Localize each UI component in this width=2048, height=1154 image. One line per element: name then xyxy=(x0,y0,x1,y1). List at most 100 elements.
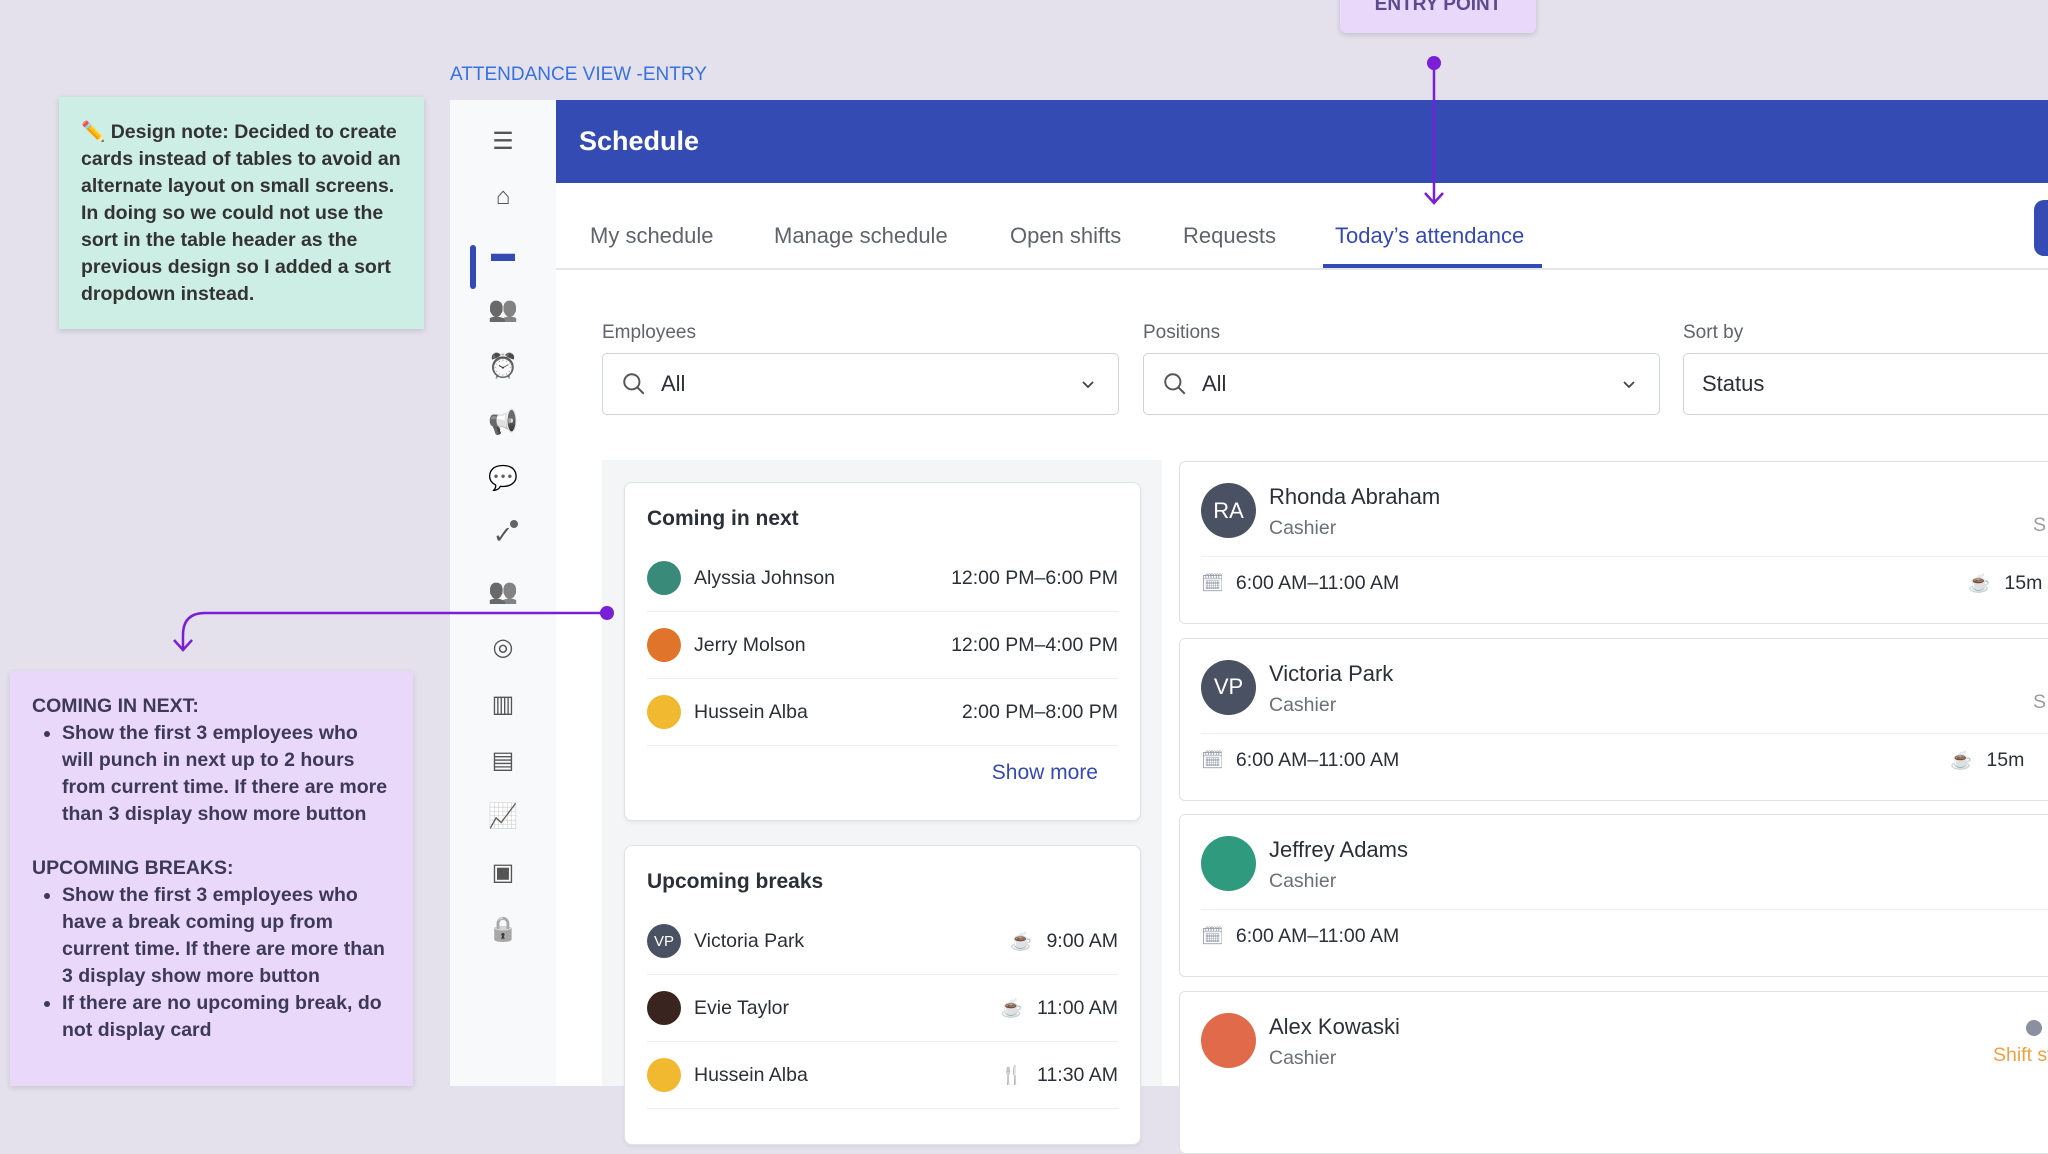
time: 12:00 PM–4:00 PM xyxy=(951,633,1118,656)
show-more-button[interactable]: Show more xyxy=(992,761,1098,785)
employee-name: Evie Taylor xyxy=(694,996,790,1019)
alarm-clock-icon[interactable]: ⏰ xyxy=(488,351,518,381)
avatar: VP xyxy=(647,924,681,958)
people-icon[interactable]: 👥 xyxy=(488,576,518,606)
sort-label: Sort by xyxy=(1683,322,1744,343)
menu-icon[interactable]: ☰ xyxy=(488,126,518,156)
employee-name: Alex Kowaski xyxy=(1269,1013,1400,1039)
shift-time: 6:00 AM–11:00 AM xyxy=(1235,925,1400,947)
library-icon[interactable]: ▥ xyxy=(488,689,518,719)
positions-filter-label: Positions xyxy=(1143,322,1221,343)
employee-role: Cashier xyxy=(1269,693,1337,716)
chat-icon[interactable]: 💬 xyxy=(488,464,518,494)
employee-role: Cashier xyxy=(1269,870,1337,892)
active-indicator xyxy=(470,245,476,289)
employee-name: Victoria Park xyxy=(1269,660,1394,686)
lock-icon[interactable]: 🔒 xyxy=(488,914,518,944)
sidebar: ☰ ⌂ ▬ 👥 ⏰ 📢 💬 ✓ 👥 ◎ ▥ ▤ 📈 ▣ 🔒 xyxy=(450,100,556,1086)
notification-dot xyxy=(510,520,518,529)
calendar-icon[interactable]: ▬ xyxy=(488,239,518,269)
avatar: RA xyxy=(1201,483,1256,538)
employees-filter-label: Employees xyxy=(602,322,696,343)
break-duration: 15m xyxy=(2004,572,2043,594)
coffee-icon: ☕ xyxy=(1010,930,1033,951)
breaks-note-bullet: If there are no upcoming break, do not d… xyxy=(62,990,391,1044)
home-icon[interactable]: ⌂ xyxy=(488,182,518,212)
calendar-clock-icon: 🗓 xyxy=(1201,573,1224,593)
employee-card[interactable]: Alex Kowaski Cashier Shift st xyxy=(1179,990,2048,1154)
card-title: Coming in next xyxy=(647,507,799,530)
payroll-icon[interactable]: ▣ xyxy=(488,858,518,888)
list-item[interactable]: VP Victoria Park ☕ 9:00 AM xyxy=(647,908,1118,975)
meal-icon: 🍴 xyxy=(1000,1064,1024,1085)
design-note: ✏️ Design note: Decided to create cards … xyxy=(59,97,424,329)
calendar-clock-icon: 🗓 xyxy=(1201,926,1224,946)
app-header: Schedule xyxy=(556,100,2048,183)
coming-in-next-card: Coming in next Alyssia Johnson 12:00 PM–… xyxy=(624,482,1141,821)
employee-name: Jerry Molson xyxy=(694,633,806,656)
avatar xyxy=(647,991,681,1025)
positions-filter[interactable]: All xyxy=(1143,353,1660,415)
summary-panel: Coming in next Alyssia Johnson 12:00 PM–… xyxy=(602,460,1162,1145)
divider xyxy=(1201,909,2048,910)
tab-todays-attendance[interactable]: Today’s attendance xyxy=(1335,223,1524,249)
side-button[interactable] xyxy=(2034,200,2048,256)
coffee-icon: ☕ xyxy=(1968,573,1991,593)
employee-card[interactable]: RA Rhonda Abraham Cashier S 🗓 6:00 AM–11:… xyxy=(1179,461,2048,624)
time: 2:00 PM–8:00 PM xyxy=(961,700,1118,723)
avatar xyxy=(1201,836,1256,891)
page-title: Schedule xyxy=(579,126,700,156)
employee-name: Victoria Park xyxy=(694,929,805,952)
entry-arrow-dot xyxy=(1427,56,1441,70)
tab-manage-schedule[interactable]: Manage schedule xyxy=(774,223,948,249)
coffee-icon: ☕ xyxy=(1950,749,1973,770)
employee-name: Alyssia Johnson xyxy=(694,566,835,589)
employee-role: Cashier xyxy=(1269,517,1337,539)
breaks-note-title: UPCOMING BREAKS: xyxy=(32,857,234,879)
divider xyxy=(1201,556,2048,557)
search-icon xyxy=(1164,373,1186,395)
list-item[interactable]: Hussein Alba 2:00 PM–8:00 PM xyxy=(647,679,1118,746)
target-icon[interactable]: ◎ xyxy=(488,633,518,663)
avatar xyxy=(647,561,681,595)
employee-name: Rhonda Abraham xyxy=(1269,484,1441,509)
employees-filter[interactable]: All xyxy=(602,353,1119,415)
positions-filter-value: All xyxy=(1202,371,1227,396)
upcoming-breaks-card: Upcoming breaks VP Victoria Park ☕ 9:00 A… xyxy=(624,845,1141,1145)
employee-role: Cashier xyxy=(1269,1046,1337,1069)
tab-bar: My schedule Manage schedule Open shifts … xyxy=(556,183,2048,270)
sort-value: Status xyxy=(1702,371,1765,396)
chevron-down-icon xyxy=(1082,381,1094,389)
employee-card[interactable]: Jeffrey Adams Cashier 🗓 6:00 AM–11:00 AM xyxy=(1179,814,2048,977)
shift-time: 6:00 AM–11:00 AM xyxy=(1235,572,1400,594)
list-item[interactable]: Jerry Molson 12:00 PM–4:00 PM xyxy=(647,612,1118,679)
tab-open-shifts[interactable]: Open shifts xyxy=(1010,223,1121,249)
avatar xyxy=(647,628,681,662)
team-check-icon[interactable]: 👥 xyxy=(488,295,518,325)
coming-note-bullet: Show the first 3 employees who will punc… xyxy=(62,720,391,828)
task-check-icon[interactable]: ✓ xyxy=(488,520,518,550)
employees-filter-value: All xyxy=(661,371,686,396)
calendar-clock-icon: 🗓 xyxy=(1201,749,1224,770)
status-text: Shift st xyxy=(1993,1043,2048,1066)
divider xyxy=(1201,732,2048,734)
list-item[interactable]: Hussein Alba 🍴 11:30 AM xyxy=(647,1042,1118,1109)
coffee-icon: ☕ xyxy=(1000,997,1024,1018)
tab-my-schedule[interactable]: My schedule xyxy=(590,223,714,249)
tab-requests[interactable]: Requests xyxy=(1183,223,1276,249)
sort-dropdown[interactable]: Status xyxy=(1683,353,2048,415)
chevron-down-icon xyxy=(1623,381,1635,389)
time: 12:00 PM–6:00 PM xyxy=(951,566,1118,589)
status-text: S xyxy=(2033,514,2047,536)
list-item[interactable]: Alyssia Johnson 12:00 PM–6:00 PM xyxy=(647,545,1118,612)
news-icon[interactable]: ▤ xyxy=(488,745,518,775)
chart-icon[interactable]: 📈 xyxy=(488,802,518,832)
megaphone-icon[interactable]: 📢 xyxy=(488,408,518,438)
coming-note-title: COMING IN NEXT: xyxy=(32,695,199,717)
avatar xyxy=(647,1058,681,1092)
entry-point-note: ENTRY POINT xyxy=(1340,0,1536,33)
list-item[interactable]: Evie Taylor ☕ 11:00 AM xyxy=(647,975,1118,1042)
employee-card[interactable]: VP Victoria Park Cashier S 🗓 6:00 AM–11:0… xyxy=(1179,637,2048,801)
break-duration: 15m xyxy=(1986,748,2025,771)
active-tab-underline xyxy=(1323,264,1542,268)
